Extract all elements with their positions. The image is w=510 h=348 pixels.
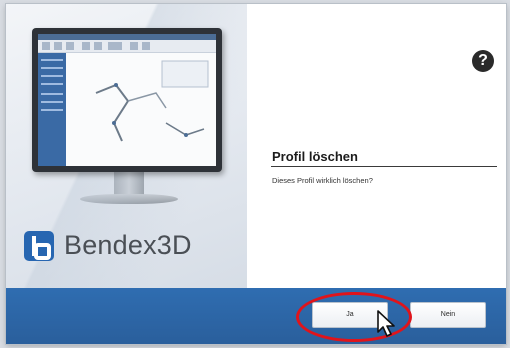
- monitor-illustration: [32, 28, 222, 172]
- bendex3d-logo: Bendex3D: [24, 230, 192, 261]
- dialog-title: Profil löschen: [272, 149, 358, 164]
- bendex-logo-icon: [24, 230, 54, 261]
- mouse-pointer-icon: [377, 310, 395, 337]
- no-button[interactable]: Nein: [410, 302, 486, 328]
- monitor-base: [80, 194, 178, 204]
- monitor-screen: [38, 34, 216, 166]
- title-divider: [271, 166, 497, 167]
- brand-panel: Bendex3D: [6, 4, 247, 288]
- monitor-stand: [114, 170, 144, 198]
- dialog-message: Dieses Profil wirklich löschen?: [272, 176, 373, 185]
- question-circle-icon[interactable]: ?: [472, 50, 494, 72]
- pipe-drawing-illustration: [95, 60, 209, 142]
- logo-text: Bendex3D: [64, 230, 192, 260]
- delete-profile-dialog: Bendex3D ? Profil löschen Dieses Profil …: [6, 4, 506, 344]
- button-bar: Ja Nein: [6, 288, 506, 344]
